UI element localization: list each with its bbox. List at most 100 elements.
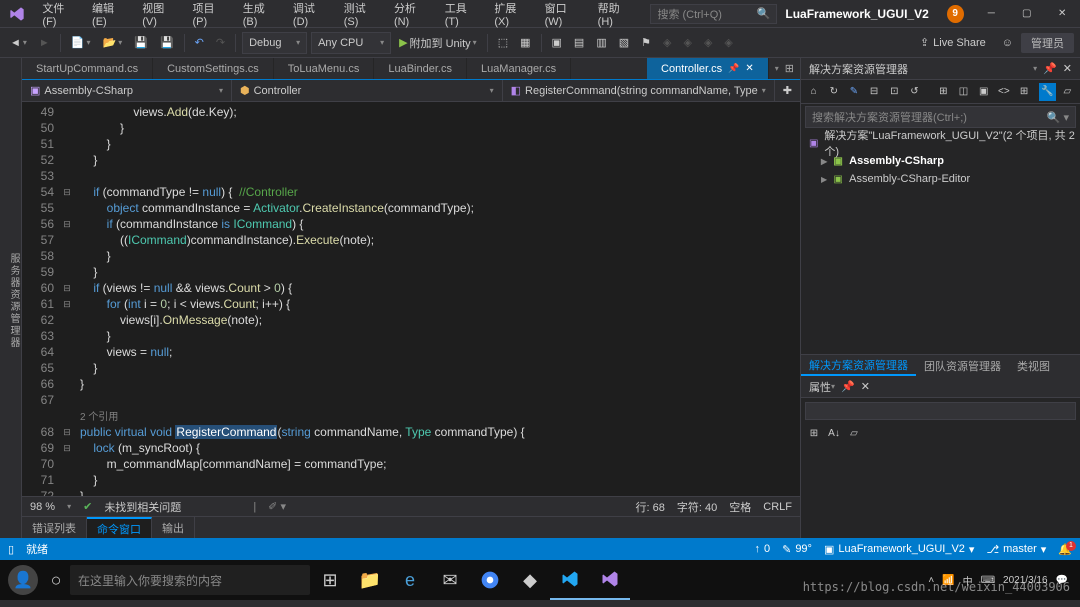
tab-luabinder[interactable]: LuaBinder.cs — [374, 58, 467, 79]
eol-mode[interactable]: CRLF — [763, 501, 792, 513]
maximize-button[interactable]: ▢ — [1009, 0, 1044, 27]
prop-page-icon[interactable]: ▱ — [845, 424, 863, 442]
toolbar-icon-4[interactable]: ▤ — [570, 32, 588, 54]
chrome-icon[interactable] — [470, 560, 510, 600]
menu-extensions[interactable]: 扩展(X) — [486, 0, 536, 27]
minimize-button[interactable]: ─ — [974, 0, 1009, 27]
pin-icon[interactable]: 📌 — [1043, 62, 1057, 75]
tab-controller[interactable]: Controller.cs 📌 ✕ — [647, 58, 769, 79]
task-view-icon[interactable]: ⊞ — [310, 560, 350, 600]
code-content[interactable]: views.Add(de.Key); } } } if (commandType… — [74, 102, 800, 496]
tree-project-2[interactable]: ▶▣ Assembly-CSharp-Editor — [801, 170, 1080, 188]
quick-search-input[interactable]: 搜索 (Ctrl+Q) 🔍 — [650, 4, 777, 24]
prop-pin-icon[interactable]: 📌 — [841, 380, 855, 393]
view-icon[interactable]: ◫ — [955, 83, 972, 101]
preview-icon[interactable]: ▣ — [975, 83, 992, 101]
menu-edit[interactable]: 编辑(E) — [84, 0, 134, 27]
pin-icon[interactable]: 📌 — [728, 63, 739, 74]
undo-button[interactable]: ↶ — [191, 32, 208, 54]
close-icon[interactable]: ✕ — [745, 63, 753, 74]
live-share-button[interactable]: ⇪ Live Share — [912, 36, 994, 49]
status-solution[interactable]: ▣ LuaFramework_UGUI_V2 ▾ — [824, 543, 975, 556]
brush-icon[interactable]: ✎ — [845, 83, 862, 101]
tab-dropdown-icon[interactable]: ▾ — [775, 64, 779, 73]
menu-analyze[interactable]: 分析(N) — [386, 0, 437, 27]
home-icon[interactable]: ⌂ — [805, 83, 822, 101]
menu-view[interactable]: 视图(V) — [134, 0, 184, 27]
vscode-icon[interactable] — [550, 560, 590, 600]
tab-startup[interactable]: StartUpCommand.cs — [22, 58, 153, 79]
tab-toluamenu[interactable]: ToLuaMenu.cs — [274, 58, 375, 79]
status-upload[interactable]: ↑ 0 — [754, 543, 770, 555]
toolbar-icon-3[interactable]: ▣ — [548, 32, 566, 54]
refresh-icon[interactable]: ↺ — [906, 83, 923, 101]
close-button[interactable]: ✕ — [1045, 0, 1080, 27]
bookmark-icon[interactable]: ⚑ — [637, 32, 655, 54]
tray-wifi-icon[interactable]: 📶 — [942, 575, 954, 586]
collapse-all-icon[interactable]: ⊟ — [866, 83, 883, 101]
run-button[interactable]: ▶ 附加到 Unity ▾ — [395, 32, 481, 54]
toolbar-icon-8[interactable]: ◈ — [679, 32, 695, 54]
rtab-classview[interactable]: 类视图 — [1009, 355, 1058, 376]
visual-studio-icon[interactable] — [590, 560, 630, 600]
insert-mode[interactable]: 空格 — [729, 499, 751, 515]
menu-project[interactable]: 项目(P) — [184, 0, 234, 27]
sync-icon[interactable]: ↻ — [825, 83, 842, 101]
solution-explorer-toggle-icon[interactable]: ⊞ — [785, 62, 794, 75]
back-button[interactable]: ◄ ▾ — [6, 32, 31, 54]
notifications-badge[interactable]: 9 — [947, 5, 964, 23]
edge-icon[interactable]: e — [390, 560, 430, 600]
zoom-level[interactable]: 98 % — [30, 501, 55, 513]
tray-ime-icon[interactable]: ⌨ — [981, 575, 995, 586]
status-branch[interactable]: ⎇ master ▾ — [986, 543, 1046, 556]
prop-sort-icon[interactable]: A↓ — [825, 424, 843, 442]
platform-dropdown[interactable]: Any CPU▾ — [311, 32, 391, 54]
menu-build[interactable]: 生成(B) — [235, 0, 285, 27]
tab-output[interactable]: 输出 — [152, 517, 195, 538]
menu-help[interactable]: 帮助(H) — [590, 0, 641, 27]
prop-menu-icon[interactable]: ▾ — [831, 382, 835, 391]
tab-customsettings[interactable]: CustomSettings.cs — [153, 58, 274, 79]
forward-button[interactable]: ► — [35, 32, 54, 54]
unknown-app-icon[interactable]: ◆ — [510, 560, 550, 600]
toolbar-icon-1[interactable]: ⬚ — [494, 32, 512, 54]
tab-luamanager[interactable]: LuaManager.cs — [467, 58, 571, 79]
server-explorer-rail[interactable]: 服务器资源管理器 — [0, 58, 22, 538]
menu-debug[interactable]: 调试(D) — [285, 0, 336, 27]
toolbar-icon-9[interactable]: ◈ — [700, 32, 716, 54]
menu-window[interactable]: 窗口(W) — [537, 0, 590, 27]
tray-lang[interactable]: 中 — [963, 573, 973, 588]
toolbar-icon-5[interactable]: ▥ — [592, 32, 610, 54]
toolbar-icon-2[interactable]: ▦ — [516, 32, 534, 54]
menu-file[interactable]: 文件(F) — [34, 0, 84, 27]
solution-tree[interactable]: ▣ 解决方案"LuaFramework_UGUI_V2"(2 个项目, 共 2 … — [801, 130, 1080, 354]
status-notif-icon[interactable]: 🔔1 — [1058, 543, 1072, 556]
new-button[interactable]: 📄▾ — [67, 32, 95, 54]
rtab-solution[interactable]: 解决方案资源管理器 — [801, 355, 916, 376]
save-all-button[interactable]: 💾 — [156, 32, 178, 54]
nav-member[interactable]: ◧RegisterCommand(string commandName, Typ… — [503, 80, 775, 101]
toolbar-icon-10[interactable]: ◈ — [720, 32, 736, 54]
properties-icon[interactable]: ⊞ — [935, 83, 952, 101]
mail-icon[interactable]: ✉ — [430, 560, 470, 600]
toolbar-icon-6[interactable]: ▧ — [615, 32, 633, 54]
redo-button[interactable]: ↷ — [212, 32, 229, 54]
tree-solution-root[interactable]: ▣ 解决方案"LuaFramework_UGUI_V2"(2 个项目, 共 2 … — [801, 134, 1080, 152]
prop-close-icon[interactable]: ✕ — [861, 380, 870, 393]
code-editor[interactable]: 4950515253545556575859606162636465666768… — [22, 102, 800, 496]
tray-up-icon[interactable]: ˄ — [928, 575, 934, 586]
menu-tools[interactable]: 工具(T) — [437, 0, 487, 27]
panel-close-icon[interactable]: ✕ — [1063, 62, 1072, 75]
tab-error-list[interactable]: 错误列表 — [22, 517, 87, 538]
tree-icon[interactable]: ⊞ — [1015, 83, 1032, 101]
taskbar-search-input[interactable]: 在这里输入你要搜索的内容 — [70, 565, 310, 595]
feedback-icon[interactable]: ☺ — [998, 32, 1017, 54]
toolbar-icon-7[interactable]: ◈ — [659, 32, 675, 54]
tray-time[interactable]: 2021/3/16 — [1003, 575, 1048, 586]
status-temp[interactable]: ✎ 99° — [782, 543, 812, 556]
nav-split-icon[interactable]: ✚ — [775, 80, 800, 101]
solution-search-input[interactable]: 搜索解决方案资源管理器(Ctrl+;) 🔍 ▾ — [805, 106, 1076, 128]
code-icon[interactable]: <> — [995, 83, 1012, 101]
admin-badge[interactable]: 管理员 — [1021, 33, 1074, 53]
tab-command-window[interactable]: 命令窗口 — [87, 517, 152, 538]
